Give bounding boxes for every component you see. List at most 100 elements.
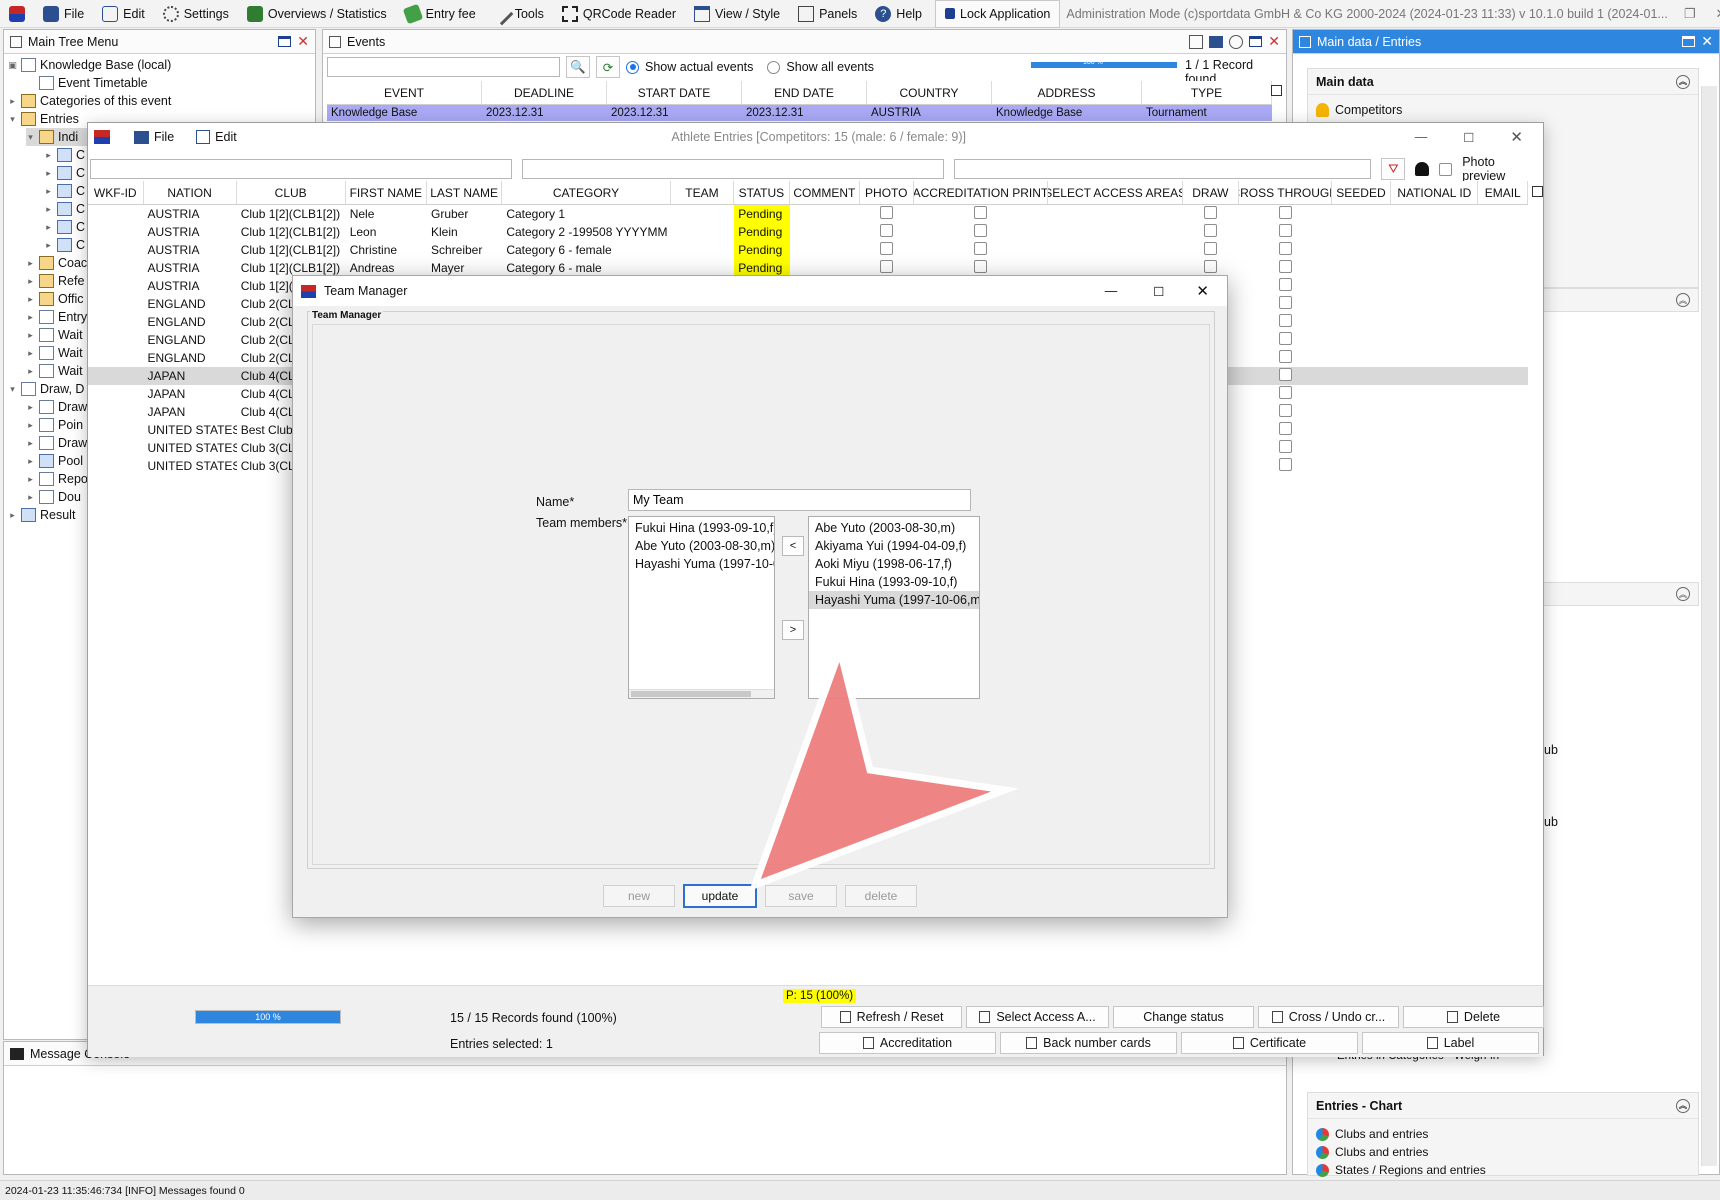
- events-column-header[interactable]: ADDRESS: [992, 81, 1142, 104]
- list-item[interactable]: Fukui Hina (1993-09-10,f): [809, 573, 979, 591]
- athlete-column-header[interactable]: STATUS: [734, 181, 790, 204]
- expand-toggle-icon[interactable]: ▸: [44, 186, 53, 197]
- expand-toggle-icon[interactable]: ▸: [26, 420, 35, 431]
- chart-link[interactable]: Clubs and entries: [1316, 1125, 1690, 1143]
- minimize-icon[interactable]: —: [1401, 130, 1442, 144]
- expand-toggle-icon[interactable]: ▸: [26, 348, 35, 359]
- footer-button[interactable]: Select Access A...: [966, 1006, 1109, 1028]
- events-column-header[interactable]: END DATE: [742, 81, 867, 104]
- tree-item[interactable]: ▸ Pool: [26, 452, 83, 470]
- athlete-column-header[interactable]: NATION: [144, 181, 237, 204]
- tree-item[interactable]: ▸ Draw: [26, 398, 87, 416]
- athlete-column-header[interactable]: CROSS THROUGH: [1239, 181, 1332, 204]
- athlete-filter-input-3[interactable]: [953, 159, 1372, 179]
- athlete-column-header[interactable]: CATEGORY: [502, 181, 671, 204]
- expand-toggle-icon[interactable]: ▸: [26, 492, 35, 503]
- athlete-column-header[interactable]: WKF-ID: [88, 181, 144, 204]
- tree-item[interactable]: ▸ Repo: [26, 470, 88, 488]
- chart-link[interactable]: Clubs and entries: [1316, 1143, 1690, 1161]
- menu-panels[interactable]: Panels: [789, 0, 866, 28]
- footer-button[interactable]: Refresh / Reset: [821, 1006, 962, 1028]
- row-checkbox[interactable]: [1278, 314, 1292, 327]
- list-item[interactable]: Abe Yuto (2003-08-30,m): [809, 519, 979, 537]
- athlete-menu-file[interactable]: File: [134, 130, 174, 144]
- column-settings-icon[interactable]: [1271, 85, 1282, 96]
- scrollbar-thumb[interactable]: [631, 691, 751, 697]
- row-checkbox[interactable]: [974, 224, 988, 237]
- radio-show-all[interactable]: [767, 60, 781, 74]
- expand-toggle-icon[interactable]: ▸: [26, 294, 35, 305]
- tree-item[interactable]: ▸ Result: [8, 506, 75, 524]
- folder-icon[interactable]: [1209, 35, 1224, 48]
- row-checkbox[interactable]: [880, 224, 894, 237]
- tree-item[interactable]: ▸ C: [44, 146, 85, 164]
- search-button[interactable]: 🔍: [566, 56, 590, 78]
- athlete-column-header[interactable]: SELECT ACCESS AREAS: [1048, 181, 1184, 204]
- row-checkbox[interactable]: [1204, 206, 1218, 219]
- athlete-column-header[interactable]: NATIONAL ID: [1391, 181, 1479, 204]
- footer-button[interactable]: Certificate: [1181, 1032, 1358, 1054]
- close-icon[interactable]: ✕: [1701, 33, 1713, 50]
- events-column-header[interactable]: START DATE: [607, 81, 742, 104]
- close-icon[interactable]: ✕: [1496, 128, 1537, 146]
- expand-toggle-icon[interactable]: ▣: [8, 60, 17, 71]
- row-checkbox[interactable]: [1278, 368, 1292, 381]
- list-item[interactable]: Fukui Hina (1993-09-10,f): [629, 519, 774, 537]
- athlete-column-header[interactable]: CLUB: [237, 181, 346, 204]
- row-checkbox[interactable]: [1204, 242, 1218, 255]
- footer-button[interactable]: Cross / Undo cr...: [1258, 1006, 1399, 1028]
- row-checkbox[interactable]: [880, 206, 894, 219]
- expand-toggle-icon[interactable]: ▾: [8, 384, 17, 395]
- row-checkbox[interactable]: [1278, 260, 1292, 273]
- chart-link[interactable]: States / Regions and entries: [1316, 1161, 1690, 1179]
- menu-qrcode[interactable]: QRCode Reader: [553, 0, 685, 28]
- tree-item[interactable]: ▸ C: [44, 236, 85, 254]
- collapse-icon[interactable]: ︽: [1676, 1098, 1690, 1113]
- collapse-icon[interactable]: ︽: [1676, 74, 1690, 89]
- athlete-table-row[interactable]: AUSTRIA Club 1[2](CLB1[2]) Leon Klein Catego…: [88, 223, 1528, 241]
- close-icon[interactable]: ✕: [1268, 33, 1280, 50]
- tree-item[interactable]: ▸ Categories of this event: [8, 92, 171, 110]
- tree-item[interactable]: ▾ Entries: [8, 110, 79, 128]
- footer-button[interactable]: Label: [1362, 1032, 1539, 1054]
- menu-help[interactable]: ? Help: [866, 0, 931, 28]
- menu-overviews[interactable]: Overviews / Statistics: [238, 0, 396, 28]
- tree-item[interactable]: ▸ C: [44, 182, 85, 200]
- menu-edit[interactable]: Edit: [93, 0, 154, 28]
- expand-toggle-icon[interactable]: ▸: [44, 222, 53, 233]
- menu-entry-fee[interactable]: Entry fee: [396, 0, 485, 28]
- team-name-input[interactable]: [628, 489, 971, 511]
- athlete-table-row[interactable]: AUSTRIA Club 1[2](CLB1[2]) Christine Schrei…: [88, 241, 1528, 259]
- close-icon[interactable]: ✕: [297, 33, 309, 50]
- row-checkbox[interactable]: [1278, 386, 1292, 399]
- athlete-column-header[interactable]: LAST NAME: [427, 181, 503, 204]
- list-item[interactable]: Abe Yuto (2003-08-30,m): [629, 537, 774, 555]
- athlete-column-header[interactable]: PHOTO: [860, 181, 914, 204]
- expand-toggle-icon[interactable]: ▸: [26, 474, 35, 485]
- list-item[interactable]: Hayashi Yuma (1997-10-06,m): [809, 591, 979, 609]
- tree-item[interactable]: ▸ Wait: [26, 344, 83, 362]
- row-checkbox[interactable]: [974, 206, 988, 219]
- move-left-button[interactable]: <: [782, 536, 804, 556]
- tree-item[interactable]: ▸ Poin: [26, 416, 83, 434]
- menu-view-style[interactable]: View / Style: [685, 0, 789, 28]
- maximize-icon[interactable]: ☐: [1139, 284, 1178, 299]
- athlete-column-header[interactable]: FIRST NAME: [346, 181, 427, 204]
- row-checkbox[interactable]: [1278, 422, 1292, 435]
- row-checkbox[interactable]: [974, 260, 988, 273]
- expand-toggle-icon[interactable]: ▸: [26, 456, 35, 467]
- footer-button[interactable]: Delete: [1403, 1006, 1544, 1028]
- expand-toggle-icon[interactable]: ▸: [26, 312, 35, 323]
- list-item[interactable]: Hayashi Yuma (1997-10-06: [629, 555, 774, 573]
- row-checkbox[interactable]: [1278, 404, 1292, 417]
- tree-item[interactable]: Event Timetable: [26, 74, 148, 92]
- tree-item[interactable]: ▸ Draw: [26, 434, 87, 452]
- tree-item[interactable]: ▸ Dou: [26, 488, 81, 506]
- tree-item[interactable]: ▸ Coac: [26, 254, 87, 272]
- competitors-item[interactable]: Competitors: [1308, 95, 1698, 125]
- maximize-icon[interactable]: [278, 36, 292, 47]
- athlete-column-header[interactable]: EMAIL: [1478, 181, 1528, 204]
- expand-toggle-icon[interactable]: ▸: [8, 96, 17, 107]
- expand-toggle-icon[interactable]: ▸: [26, 258, 35, 269]
- lock-application-button[interactable]: Lock Application: [935, 0, 1061, 28]
